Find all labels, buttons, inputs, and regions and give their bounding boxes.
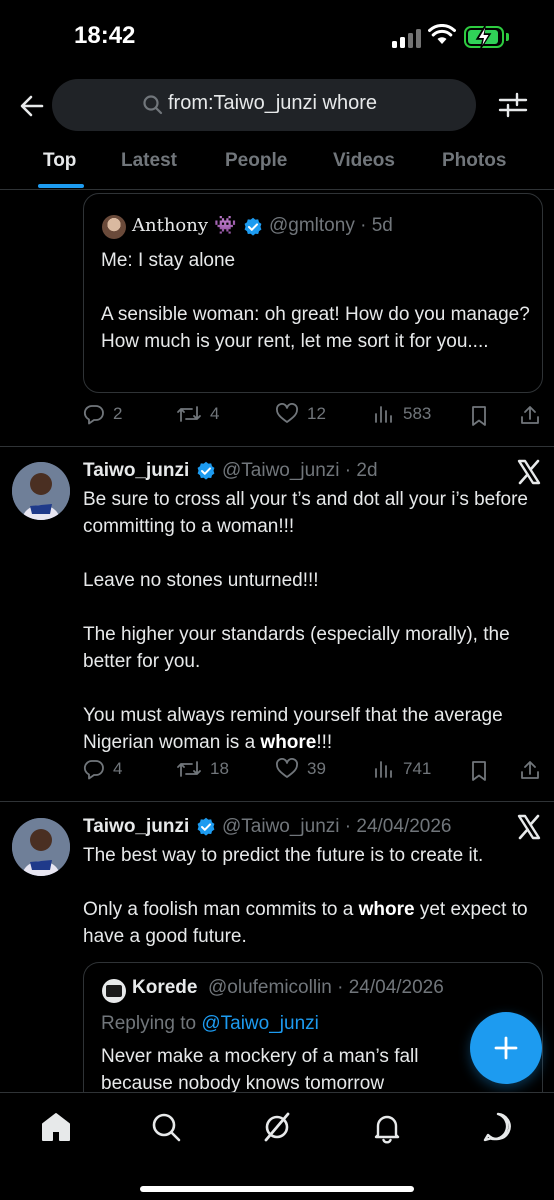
bookmark-icon[interactable] <box>469 760 489 782</box>
x-logo-icon <box>517 459 541 485</box>
home-icon[interactable] <box>38 1109 74 1145</box>
replying-to: Replying to @Taiwo_junzi <box>101 1013 319 1034</box>
verified-icon <box>197 461 215 480</box>
repost-button[interactable]: 18 <box>176 758 229 780</box>
tab-top[interactable]: Top <box>43 150 76 172</box>
cellular-signal-icon <box>392 28 422 48</box>
active-tab-indicator <box>38 184 84 188</box>
repost-count: 4 <box>210 404 220 423</box>
back-arrow-icon[interactable] <box>16 90 48 122</box>
quoted-author-emoji: 👾 <box>214 215 237 235</box>
verified-icon <box>197 817 215 836</box>
tab-people[interactable]: People <box>225 150 287 172</box>
repost-icon <box>177 761 201 777</box>
like-icon <box>276 758 298 778</box>
avatar[interactable] <box>12 462 70 520</box>
verified-icon <box>244 217 262 236</box>
like-button[interactable]: 12 <box>275 403 326 425</box>
avatar <box>102 979 126 1003</box>
compose-button[interactable] <box>470 1012 542 1084</box>
tweet-actions: 2 4 12 583 <box>83 403 543 433</box>
views-button[interactable]: 741 <box>373 758 431 780</box>
avatar <box>102 215 126 239</box>
status-bar: 18:42 <box>0 0 554 72</box>
like-count: 12 <box>307 404 326 423</box>
messages-icon[interactable] <box>480 1109 516 1145</box>
reply-icon <box>83 760 104 780</box>
tweet-author-handle: @Taiwo_junzi · 2d <box>222 460 378 481</box>
divider <box>0 446 554 447</box>
grok-icon[interactable] <box>259 1109 295 1145</box>
reply-count: 2 <box>113 404 123 423</box>
bookmark-icon[interactable] <box>469 405 489 427</box>
share-icon[interactable] <box>519 759 541 781</box>
reply-button[interactable]: 4 <box>83 758 122 780</box>
charging-bolt-icon <box>475 25 492 49</box>
like-icon <box>276 403 298 423</box>
tweet-author-name[interactable]: Taiwo_junzi <box>83 816 189 838</box>
compose-icon <box>494 1036 518 1060</box>
share-icon[interactable] <box>519 404 541 426</box>
notifications-icon[interactable] <box>369 1109 405 1145</box>
tweet-text: The best way to predict the future is to… <box>83 845 528 947</box>
avatar[interactable] <box>12 818 70 876</box>
filter-icon[interactable] <box>496 88 530 122</box>
reply-count: 4 <box>113 759 123 778</box>
search-query: from:Taiwo_junzi whore <box>168 92 377 114</box>
tab-latest[interactable]: Latest <box>121 150 177 172</box>
tweet-actions: 4 18 39 741 <box>83 758 543 788</box>
search-input[interactable]: from:Taiwo_junzi whore <box>52 79 476 131</box>
views-count: 741 <box>403 759 432 778</box>
tweet-author-handle: @Taiwo_junzi · 24/04/2026 <box>222 816 452 837</box>
quoted-tweet-text: Never make a mockery of a man’s fall bec… <box>101 1046 419 1094</box>
repost-count: 18 <box>210 759 229 778</box>
tweet-author-name[interactable]: Taiwo_junzi <box>83 460 189 482</box>
explore-icon[interactable] <box>148 1109 184 1145</box>
search-tabs: Top Latest People Videos Photos <box>0 140 554 190</box>
reply-button[interactable]: 2 <box>83 403 122 425</box>
quoted-author-handle: @gmltony · 5d <box>269 215 393 236</box>
views-icon <box>375 761 392 778</box>
bottom-navigation <box>0 1092 554 1200</box>
divider <box>0 801 554 802</box>
replying-to-link[interactable]: @Taiwo_junzi <box>201 1013 319 1034</box>
wifi-icon <box>428 24 456 44</box>
status-time: 18:42 <box>74 22 136 49</box>
quoted-author-name: Anthony <box>132 215 209 236</box>
quoted-author-handle: @olufemicollin · 24/04/2026 <box>208 977 444 998</box>
tab-photos[interactable]: Photos <box>442 150 506 172</box>
like-count: 39 <box>307 759 326 778</box>
tab-videos[interactable]: Videos <box>333 150 395 172</box>
search-icon <box>143 95 163 115</box>
quoted-tweet-text: Me: I stay alone A sensible woman: oh gr… <box>101 250 530 352</box>
views-count: 583 <box>403 404 432 423</box>
views-icon <box>375 406 392 423</box>
tweet-text: Be sure to cross all your t’s and dot al… <box>83 489 528 753</box>
home-indicator <box>140 1186 414 1192</box>
quoted-author-name: Korede <box>132 977 198 998</box>
like-button[interactable]: 39 <box>275 758 326 780</box>
reply-icon <box>83 405 104 425</box>
x-logo-icon <box>517 814 541 840</box>
views-button[interactable]: 583 <box>373 403 431 425</box>
quoted-tweet[interactable]: Anthony 👾 @gmltony · 5d Me: I stay alone… <box>83 193 543 393</box>
battery-tip <box>506 33 509 41</box>
repost-icon <box>177 406 201 422</box>
repost-button[interactable]: 4 <box>176 403 219 425</box>
